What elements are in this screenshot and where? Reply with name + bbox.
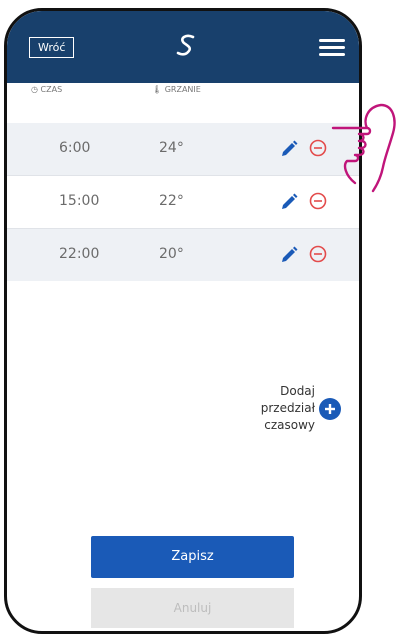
add-interval-label[interactable]: Dodaj przedział czasowy [249, 383, 315, 434]
time-column-label: CZAS [40, 85, 63, 94]
schedule-row: 15:00 22° [7, 176, 359, 228]
edit-icon[interactable] [279, 245, 299, 265]
menu-icon[interactable] [319, 39, 345, 57]
save-button[interactable]: Zapisz [91, 536, 294, 578]
row-time: 15:00 [59, 193, 100, 209]
edit-icon[interactable] [279, 192, 299, 212]
remove-icon[interactable] [309, 245, 327, 263]
edit-icon[interactable] [279, 139, 299, 159]
heating-column-label: GRZANIE [164, 85, 201, 94]
row-time: 22:00 [59, 246, 100, 262]
thermometer-icon: 🌡 [152, 85, 163, 94]
app-logo-icon [176, 34, 195, 56]
add-interval-label-line: czasowy [264, 418, 315, 432]
pointing-hand-icon [331, 103, 396, 193]
heating-column-header: 🌡 GRZANIE [152, 85, 201, 94]
schedule-row: 22:00 20° [7, 229, 359, 281]
add-interval-label-line: Dodaj [280, 384, 315, 398]
time-icon: ◷ [31, 85, 38, 94]
cancel-button[interactable]: Anuluj [91, 588, 294, 628]
row-temp: 24° [159, 140, 184, 156]
back-button[interactable]: Wróć [29, 37, 75, 58]
column-headers: ◷ CZAS 🌡 GRZANIE [7, 83, 359, 99]
add-icon[interactable] [319, 398, 341, 420]
time-column-header: ◷ CZAS [31, 85, 62, 94]
phone-frame: Wróć ◷ CZAS 🌡 GRZANIE 6:00 24° 15:00 22°… [4, 8, 362, 634]
add-interval-label-line: przedział [260, 401, 315, 415]
row-time: 6:00 [59, 140, 91, 156]
row-temp: 20° [159, 246, 184, 262]
top-bar: Wróć [7, 11, 359, 83]
row-temp: 22° [159, 193, 184, 209]
schedule-row: 6:00 24° [7, 123, 359, 175]
